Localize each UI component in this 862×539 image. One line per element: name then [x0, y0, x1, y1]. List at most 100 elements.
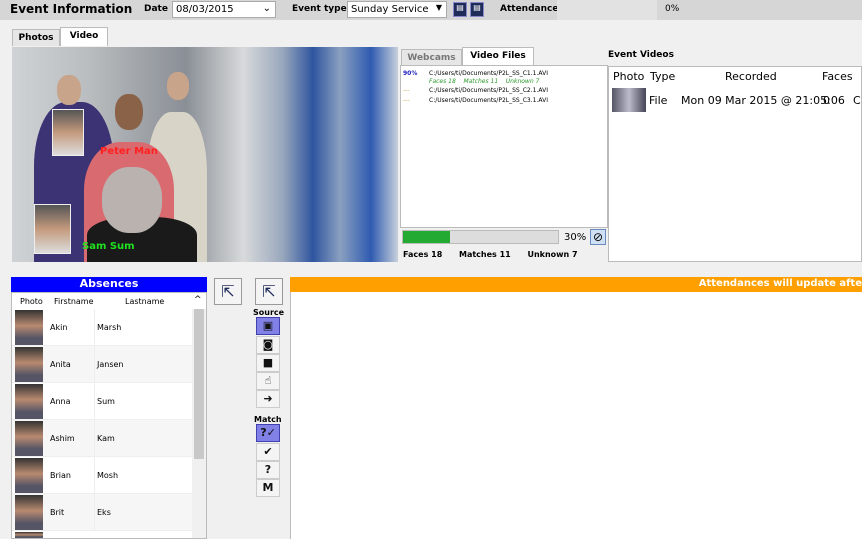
source-other-button[interactable]: ➜	[256, 390, 280, 408]
event-type-value: Sunday Service	[351, 4, 429, 15]
file-path[interactable]: C:/Users/ti/Documents/P2L_SS_C3.1.AVI	[429, 97, 548, 104]
source-manual-button[interactable]: ☝	[256, 372, 280, 390]
matches-value: 11	[499, 250, 511, 259]
face-label-matched: Peter Man	[100, 146, 158, 157]
source-all-button[interactable]: ▣	[256, 317, 280, 335]
source-photo-button[interactable]: ◙	[256, 336, 280, 354]
table-row[interactable]	[12, 531, 192, 538]
video-extra: C	[853, 94, 861, 107]
unknown-label: Unknown	[527, 250, 570, 259]
matches-label: Matches	[458, 250, 497, 259]
table-row[interactable]: Brit Eks	[12, 494, 192, 531]
table-row[interactable]: Anita Jansen	[12, 346, 192, 383]
matches-label: Matches	[463, 78, 489, 85]
export-attendances-button[interactable]: ⇱	[255, 278, 283, 305]
faces-value: 18	[431, 250, 443, 259]
progress-fill	[403, 231, 450, 243]
add-event-icon: ▤	[456, 3, 464, 12]
table-row[interactable]: Ashim Kam	[12, 420, 192, 457]
file-progress: ---	[403, 87, 410, 94]
arrow-right-icon: ➜	[263, 392, 273, 405]
face	[115, 94, 143, 130]
unknown-value: 7	[535, 78, 540, 85]
attendances-banner: Attendances will update afte	[290, 277, 862, 292]
matches-value: 11	[490, 78, 499, 85]
tab-video-files[interactable]: Video Files	[462, 47, 534, 66]
lastname: Sum	[97, 397, 115, 406]
column-header-type[interactable]: Type	[650, 70, 675, 83]
file-path[interactable]: C:/Users/ti/Documents/P2L_SS_C1.1.AVI	[429, 70, 548, 77]
firstname: Anna	[50, 397, 71, 406]
person-photo	[15, 458, 43, 493]
tab-label: Video	[69, 31, 99, 41]
video-files-list: 90% C:/Users/ti/Documents/P2L_SS_C1.1.AV…	[400, 65, 608, 228]
match-manual-button[interactable]: M	[256, 479, 280, 497]
cancel-button[interactable]: ⊘	[590, 229, 606, 245]
source-label: Source	[253, 308, 285, 317]
progress-label: 30%	[564, 232, 587, 243]
faces-label: Faces	[429, 78, 447, 85]
scrollbar[interactable]	[192, 309, 206, 538]
edit-event-button[interactable]: ▤	[470, 2, 484, 17]
video-preview: Peter Man Sam Sum	[12, 47, 398, 262]
file-path[interactable]: C:/Users/ti/Documents/P2L_SS_C2.1.AVI	[429, 87, 548, 94]
column-header-photo[interactable]: Photo	[613, 70, 644, 83]
lastname: Kam	[97, 434, 115, 443]
table-row[interactable]: Brian Mosh	[12, 457, 192, 494]
check-icon: ✔	[263, 445, 273, 458]
export-icon: ⇱	[221, 282, 235, 301]
person-photo	[15, 347, 43, 382]
export-absences-button[interactable]: ⇱	[214, 278, 242, 305]
event-videos-title: Event Videos	[608, 50, 674, 60]
face	[102, 167, 162, 233]
lastname: Marsh	[97, 323, 122, 332]
lastname: Jansen	[97, 360, 124, 369]
tab-video[interactable]: Video	[60, 27, 108, 46]
source-video-button[interactable]: ■	[256, 354, 280, 372]
scroll-up-icon[interactable]: ^	[194, 295, 202, 305]
table-row[interactable]: File Mon 09 Mar 2015 @ 21:05:06 0 C	[609, 86, 861, 115]
date-label: Date	[144, 4, 168, 14]
match-confirmed-button[interactable]: ✔	[256, 443, 280, 461]
camera-icon: ◙	[262, 338, 274, 351]
column-header-firstname[interactable]: Firstname	[54, 297, 94, 306]
processing-stats: Faces 18 Matches 11 Unknown 7	[403, 250, 608, 259]
detected-face-thumbnail	[52, 109, 84, 156]
person-photo	[15, 495, 43, 530]
file-progress: ---	[403, 97, 410, 104]
tab-photos[interactable]: Photos	[12, 29, 60, 46]
faces-label: Faces	[403, 250, 429, 259]
faces-value: 18	[448, 78, 456, 85]
table-row[interactable]: Akin Marsh	[12, 309, 192, 346]
event-type-label: Event type	[292, 4, 347, 14]
person-photo	[15, 532, 43, 538]
export-icon: ⇱	[262, 282, 276, 301]
table-row[interactable]: Anna Sum	[12, 383, 192, 420]
scrollbar-thumb[interactable]	[194, 309, 204, 459]
face	[57, 75, 81, 105]
match-all-button[interactable]: ?✓	[256, 424, 280, 442]
attendance-label: Attendance	[500, 4, 559, 14]
attendances-list	[290, 292, 862, 539]
tab-webcams[interactable]: Webcams	[401, 49, 462, 66]
add-event-button[interactable]: ▤	[453, 2, 467, 17]
tab-label: Video Files	[470, 51, 526, 61]
event-type-select[interactable]: Sunday Service ▼	[347, 1, 447, 18]
firstname: Akin	[50, 323, 68, 332]
edit-event-icon: ▤	[473, 3, 481, 12]
video-recorded: Mon 09 Mar 2015 @ 21:05:06	[681, 94, 845, 107]
column-header-photo[interactable]: Photo	[20, 297, 43, 306]
column-header-recorded[interactable]: Recorded	[725, 70, 777, 83]
date-picker[interactable]: 08/03/2015 ⌄	[172, 1, 276, 18]
top-bar: Event Information Date 08/03/2015 ⌄ Event…	[0, 0, 862, 20]
column-header-faces[interactable]: Faces	[822, 70, 853, 83]
person-photo	[15, 310, 43, 345]
firstname: Anita	[50, 360, 71, 369]
video-faces: 0	[823, 94, 830, 107]
person-photo	[15, 421, 43, 456]
unknown-label: Unknown	[505, 78, 534, 85]
column-header-lastname[interactable]: Lastname	[125, 297, 164, 306]
match-unknown-button[interactable]: ?	[256, 461, 280, 479]
firstname: Brit	[50, 508, 65, 517]
progress-bar	[402, 230, 559, 244]
